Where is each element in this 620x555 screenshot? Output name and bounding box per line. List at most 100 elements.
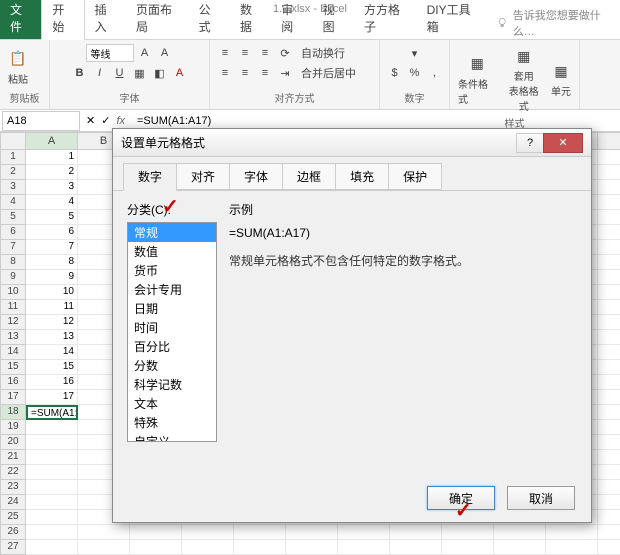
cell[interactable] — [546, 540, 598, 555]
dlg-tab-number[interactable]: 数字 — [123, 163, 177, 191]
cell[interactable] — [442, 540, 494, 555]
cell[interactable] — [598, 495, 620, 510]
category-item[interactable]: 货币 — [128, 261, 216, 280]
cell[interactable] — [26, 465, 78, 480]
tab-home[interactable]: 开始 — [41, 0, 84, 40]
cell[interactable] — [598, 480, 620, 495]
font-size-dec[interactable]: A — [156, 44, 174, 62]
cell[interactable]: 14 — [26, 345, 78, 360]
row-header[interactable]: 21 — [0, 450, 26, 465]
row-header[interactable]: 16 — [0, 375, 26, 390]
cell[interactable] — [598, 300, 620, 315]
cell[interactable] — [598, 540, 620, 555]
row-header[interactable]: 17 — [0, 390, 26, 405]
cancel-button[interactable]: 取消 — [507, 486, 575, 510]
cell[interactable] — [598, 390, 620, 405]
row-header[interactable]: 10 — [0, 285, 26, 300]
align-top[interactable]: ≡ — [216, 44, 234, 62]
row-header[interactable]: 22 — [0, 465, 26, 480]
align-bottom[interactable]: ≡ — [256, 44, 274, 62]
align-center[interactable]: ≡ — [236, 64, 254, 82]
row-header[interactable]: 2 — [0, 165, 26, 180]
category-item[interactable]: 文本 — [128, 394, 216, 413]
cell[interactable] — [598, 255, 620, 270]
cell[interactable]: 12 — [26, 315, 78, 330]
row-header[interactable]: 18 — [0, 405, 26, 420]
category-item[interactable]: 分数 — [128, 356, 216, 375]
row-header[interactable]: 4 — [0, 195, 26, 210]
cell[interactable]: 6 — [26, 225, 78, 240]
row-header[interactable]: 12 — [0, 315, 26, 330]
dialog-close-button[interactable]: ✕ — [543, 133, 583, 153]
tab-pagelayout[interactable]: 页面布局 — [126, 0, 189, 39]
row-header[interactable]: 3 — [0, 180, 26, 195]
cell[interactable] — [598, 240, 620, 255]
category-item[interactable]: 会计专用 — [128, 280, 216, 299]
cell[interactable] — [598, 510, 620, 525]
cell[interactable] — [26, 450, 78, 465]
tab-insert[interactable]: 插入 — [85, 0, 126, 39]
cond-format-button[interactable]: ▦ 条件格式 — [456, 52, 499, 108]
enter-formula-icon[interactable]: ✓ — [101, 114, 110, 127]
cell[interactable] — [234, 525, 286, 540]
cell[interactable]: 2 — [26, 165, 78, 180]
cell[interactable] — [26, 420, 78, 435]
dialog-titlebar[interactable]: 设置单元格格式 ? ✕ — [113, 129, 591, 157]
category-list[interactable]: 常规数值货币会计专用日期时间百分比分数科学记数文本特殊自定义 — [127, 222, 217, 442]
cell[interactable] — [598, 450, 620, 465]
row-header[interactable]: 13 — [0, 330, 26, 345]
col-header[interactable]: A — [26, 132, 78, 150]
align-middle[interactable]: ≡ — [236, 44, 254, 62]
dlg-tab-fill[interactable]: 填充 — [335, 163, 389, 190]
cell-style-button[interactable]: ▦ 单元 — [549, 59, 573, 100]
cell[interactable] — [182, 525, 234, 540]
category-item[interactable]: 日期 — [128, 299, 216, 318]
cell[interactable] — [598, 150, 620, 165]
cell[interactable] — [494, 540, 546, 555]
dlg-tab-protect[interactable]: 保护 — [388, 163, 442, 190]
cell[interactable]: 13 — [26, 330, 78, 345]
cell[interactable] — [26, 495, 78, 510]
cell[interactable] — [598, 330, 620, 345]
align-right[interactable]: ≡ — [256, 64, 274, 82]
tab-formulas[interactable]: 公式 — [189, 0, 230, 39]
tab-file[interactable]: 文件 — [0, 0, 41, 39]
row-header[interactable]: 5 — [0, 210, 26, 225]
tab-diy[interactable]: DIY工具箱 — [417, 0, 487, 39]
tellme[interactable]: 告诉我您想要做什么… — [486, 7, 620, 39]
formula-bar[interactable]: =SUM(A1:A17) — [131, 115, 620, 127]
cell[interactable]: 7 — [26, 240, 78, 255]
cell[interactable] — [598, 360, 620, 375]
row-header[interactable]: 23 — [0, 480, 26, 495]
fill-color-button[interactable]: ◧ — [151, 64, 169, 82]
cell[interactable] — [598, 435, 620, 450]
cell[interactable] — [598, 225, 620, 240]
number-format[interactable]: ▾ — [385, 44, 445, 62]
orientation[interactable]: ⟳ — [276, 44, 294, 62]
row-header[interactable]: 8 — [0, 255, 26, 270]
dlg-tab-align[interactable]: 对齐 — [176, 163, 230, 190]
category-item[interactable]: 自定义 — [128, 432, 216, 442]
cell[interactable]: 4 — [26, 195, 78, 210]
bold-button[interactable]: B — [71, 64, 89, 82]
cell[interactable] — [598, 405, 620, 420]
cell[interactable]: 10 — [26, 285, 78, 300]
cell[interactable] — [26, 540, 78, 555]
cell[interactable] — [598, 195, 620, 210]
tab-fanggezi[interactable]: 方方格子 — [354, 0, 417, 39]
dialog-help-button[interactable]: ? — [516, 133, 544, 153]
ok-button[interactable]: 确定 — [427, 486, 495, 510]
cell[interactable] — [598, 210, 620, 225]
font-size-inc[interactable]: A — [136, 44, 154, 62]
cell[interactable] — [494, 525, 546, 540]
cell[interactable]: 9 — [26, 270, 78, 285]
align-left[interactable]: ≡ — [216, 64, 234, 82]
cell[interactable] — [442, 525, 494, 540]
cancel-formula-icon[interactable]: ✕ — [86, 114, 95, 127]
cell[interactable] — [130, 540, 182, 555]
cell[interactable] — [286, 540, 338, 555]
category-item[interactable]: 常规 — [128, 223, 216, 242]
fx-icon[interactable]: fx — [116, 115, 125, 127]
cell[interactable] — [182, 540, 234, 555]
cell[interactable] — [598, 525, 620, 540]
